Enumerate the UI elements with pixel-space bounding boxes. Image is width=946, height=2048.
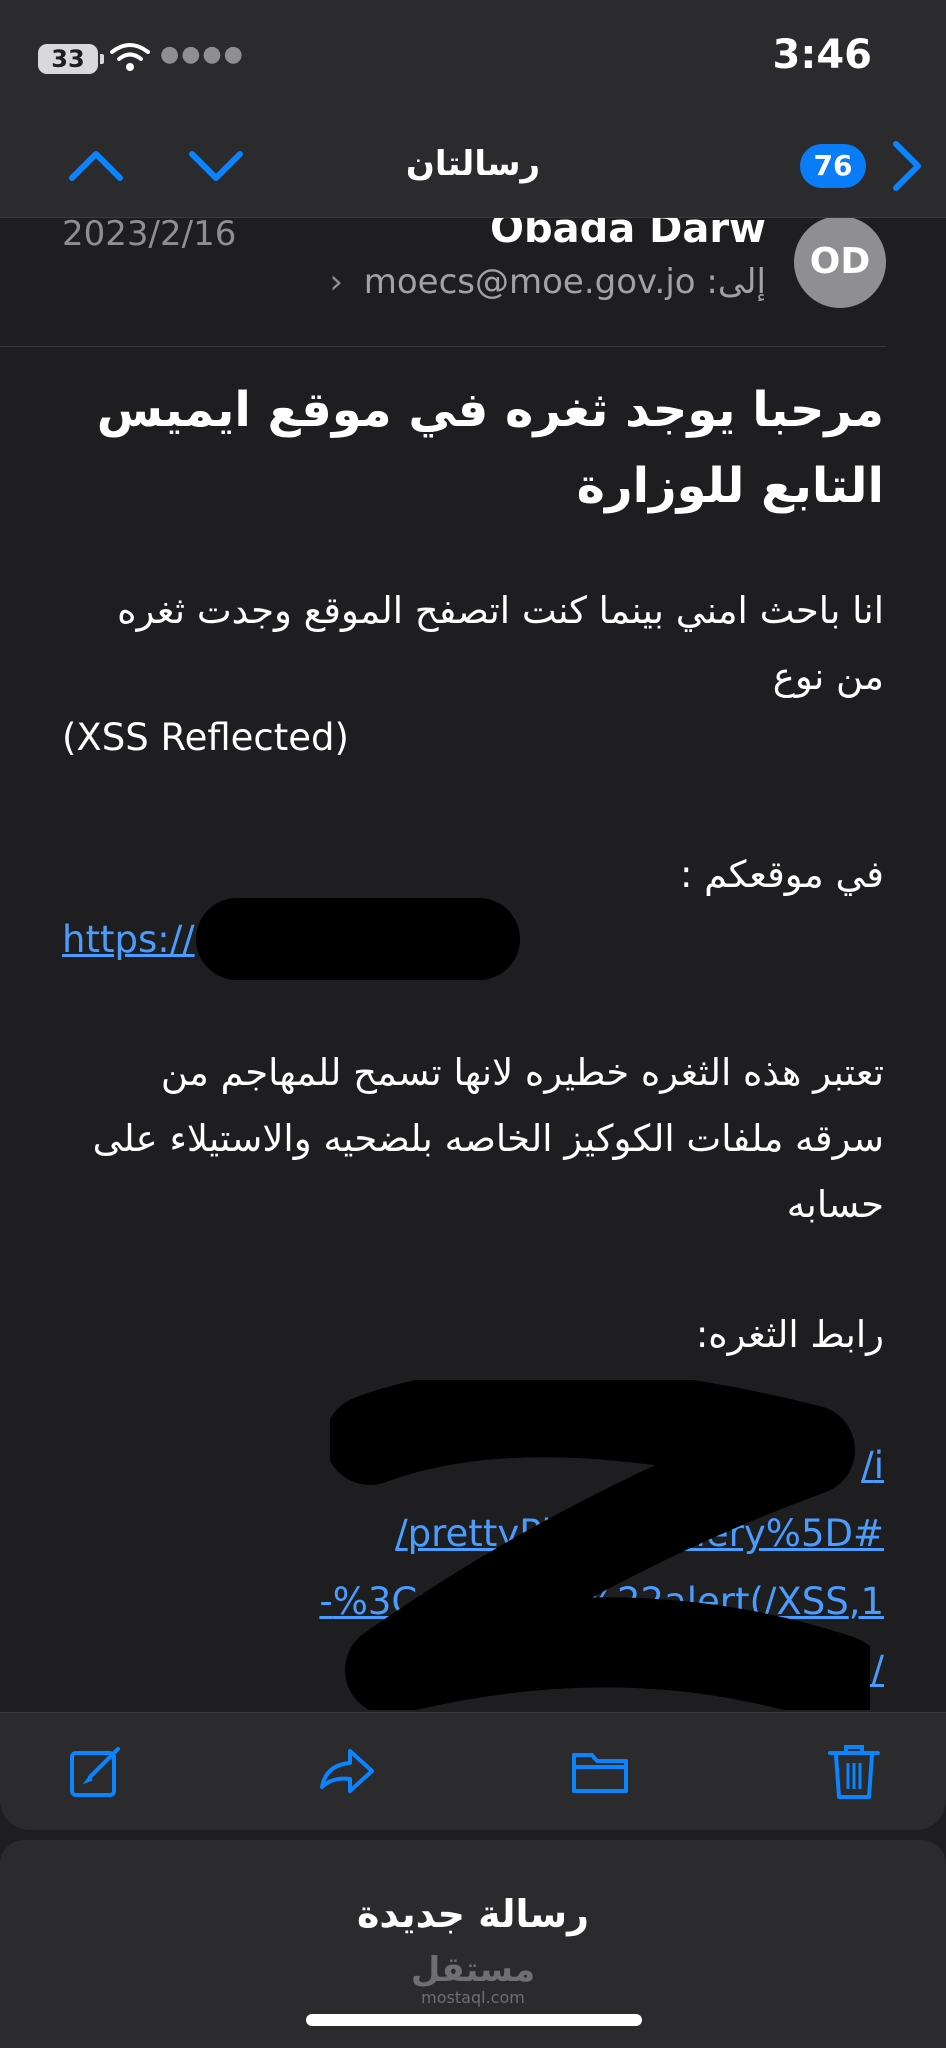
watermark-main: مستقل: [410, 1950, 536, 1990]
watermark-sub: mostaql.com: [421, 1988, 525, 2007]
avatar[interactable]: OD: [794, 216, 886, 308]
unread-count-badge[interactable]: 76: [800, 144, 866, 188]
message-toolbar: [0, 1712, 946, 1830]
recipient-line[interactable]: إلى: moecs@moe.gov.jo ‹: [329, 262, 766, 302]
reply-icon[interactable]: [316, 1741, 376, 1801]
to-label: إلى:: [706, 262, 766, 302]
message-date: 2023/2/16: [62, 214, 237, 254]
status-time: 3:46: [772, 32, 873, 78]
battery-icon: 33: [38, 44, 104, 74]
home-indicator[interactable]: [306, 2014, 642, 2026]
trash-icon[interactable]: [824, 1741, 884, 1801]
signal-icon: ●●●●: [160, 42, 245, 67]
compose-icon[interactable]: [66, 1741, 126, 1801]
recipient-address[interactable]: moecs@moe.gov.jo: [364, 262, 696, 302]
header-divider: [0, 346, 886, 347]
chevron-left-icon[interactable]: ‹: [329, 262, 343, 302]
site-link[interactable]: https://: [62, 918, 195, 961]
body-paragraph-1: انا باحث امني بينما كنت اتصفح الموقع وجد…: [117, 589, 884, 698]
body-paragraph-2: تعتبر هذه الثغره خطيره لانها تسمح للمهاج…: [92, 1051, 884, 1226]
site-link-text[interactable]: https://: [62, 918, 195, 961]
redaction-scribble: [330, 1380, 870, 1710]
watermark: مستقل mostaql.com: [0, 1952, 946, 2007]
vuln-link-label: رابط الثغره:: [695, 1313, 884, 1356]
folder-icon[interactable]: [570, 1741, 630, 1801]
chevron-right-icon[interactable]: [886, 138, 926, 194]
redaction-mark: [196, 898, 520, 980]
top-bar: 33 ●●●● 3:46 رسالتان 76: [0, 0, 946, 218]
new-message-title[interactable]: رسالة جديدة: [0, 1892, 946, 1936]
xss-type-text: (XSS Reflected): [62, 716, 349, 759]
wifi-icon: [110, 43, 150, 71]
message-subject: مرحبا يوجد ثغره في موقع ايميس التابع للو…: [96, 382, 884, 514]
